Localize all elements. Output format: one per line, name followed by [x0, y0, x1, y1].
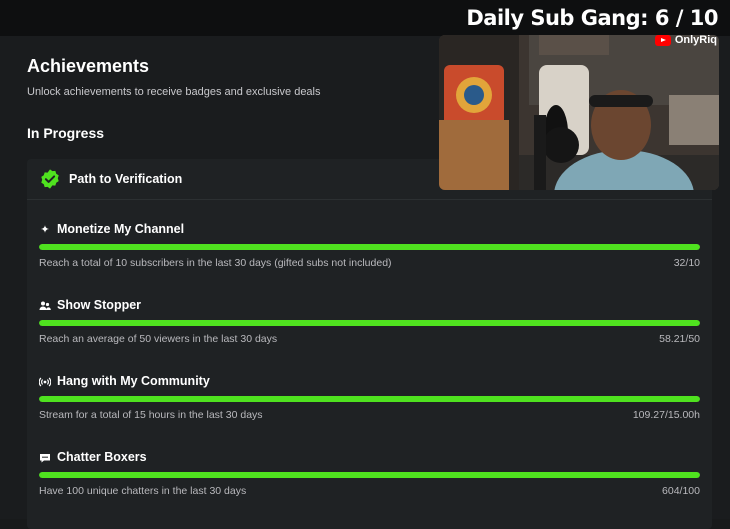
achievement-title: Show Stopper [57, 298, 142, 312]
channel-badge: OnlyRiq [654, 34, 717, 46]
chat-icon [39, 452, 51, 464]
achievement-description: Stream for a total of 15 hours in the la… [39, 409, 263, 421]
youtube-icon [654, 34, 671, 46]
section-heading-in-progress: In Progress [27, 125, 105, 141]
achievement-description: Reach an average of 50 viewers in the la… [39, 333, 278, 345]
achievement-chatter-boxers: Chatter Boxers Have 100 unique chatters … [39, 450, 700, 510]
progress-bar-fill [39, 472, 700, 478]
achievement-description: Have 100 unique chatters in the last 30 … [39, 485, 247, 497]
page-title: Achievements [27, 56, 150, 76]
achievement-progress-value: 32/10 [673, 257, 700, 269]
page-subtitle: Unlock achievements to receive badges an… [27, 86, 321, 98]
achievement-hang-with-my-community: Hang with My Community Stream for a tota… [38, 374, 700, 434]
daily-sub-goal-label: Daily Sub Gang: 6 / 10 [466, 6, 718, 30]
achievements-page: Achievements Unlock achievements to rece… [0, 0, 730, 529]
progress-bar-fill [39, 320, 700, 326]
people-icon [39, 300, 51, 312]
achievement-progress-value: 58.21/50 [659, 333, 700, 345]
achievement-monetize-my-channel: ✦ Monetize My Channel Reach a total of 1… [39, 222, 700, 282]
achievement-description: Reach a total of 10 subscribers in the l… [39, 257, 392, 269]
webcam-feed-image [439, 35, 719, 190]
progress-bar [39, 396, 700, 402]
card-title: Path to Verification [69, 172, 183, 186]
webcam-overlay [439, 35, 719, 190]
progress-bar [39, 320, 700, 326]
verified-badge-icon [41, 169, 59, 189]
broadcast-icon [38, 376, 52, 388]
progress-bar [39, 244, 700, 250]
progress-bar-fill [39, 396, 700, 402]
channel-name: OnlyRiq [674, 34, 717, 46]
sparkle-icon: ✦ [40, 224, 50, 236]
progress-bar-fill [39, 244, 700, 250]
achievement-progress-value: 604/100 [662, 485, 700, 497]
achievement-title: Monetize My Channel [57, 222, 185, 236]
progress-bar [39, 472, 700, 478]
achievement-title: Hang with My Community [57, 374, 210, 388]
achievement-title: Chatter Boxers [57, 450, 147, 464]
achievement-show-stopper: Show Stopper Reach an average of 50 view… [39, 298, 700, 358]
path-to-verification-card: Path to Verification ✦ Monetize My Chann… [27, 159, 712, 529]
achievement-progress-value: 109.27/15.00h [632, 409, 700, 421]
